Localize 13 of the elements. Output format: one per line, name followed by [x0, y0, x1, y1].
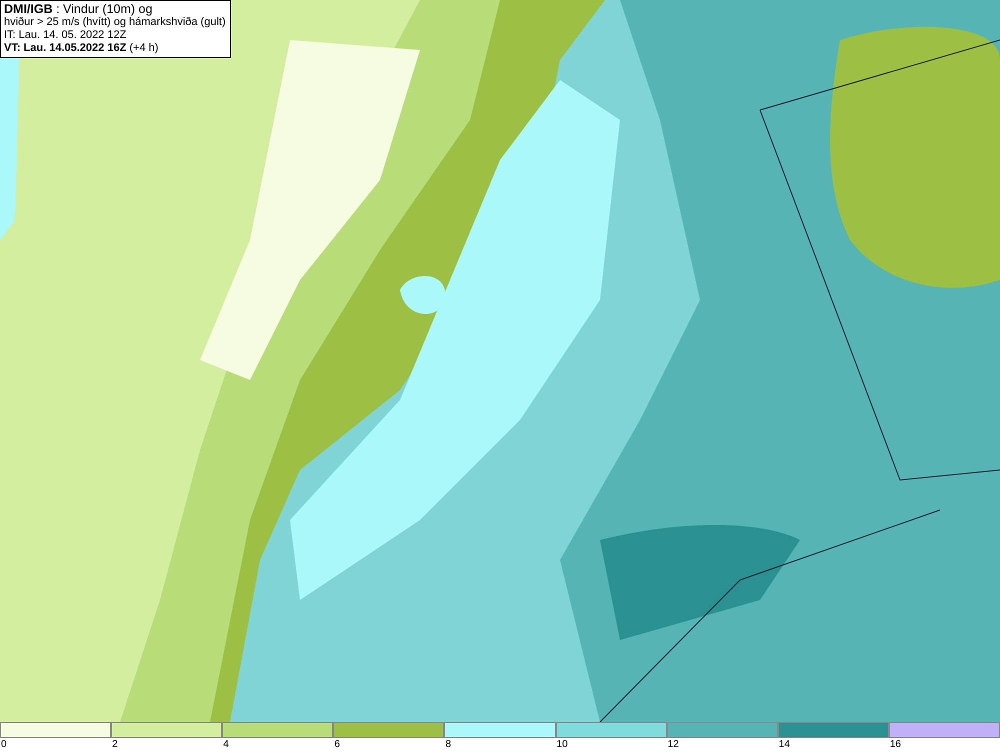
legend-label: 8: [444, 738, 451, 752]
legend-label: 12: [666, 738, 679, 752]
info-text: IT: Lau. 14. 05. 2022 12Z: [4, 29, 128, 42]
legend-label: 14: [778, 738, 790, 752]
info-text: DMI/IGB : Vindur (10m) og: [4, 3, 154, 16]
legend-label: 4: [222, 738, 229, 752]
legend-label: 0: [0, 738, 7, 752]
info-text: hviður > 25 m/s (hvítt) og hámarkshviða (gult): [4, 16, 226, 29]
info-text: VT: Lau. 14.05.2022 16Z (+4 h): [4, 42, 160, 55]
legend-label: 16: [888, 738, 901, 752]
legend-label: 10: [556, 738, 568, 752]
legend-label: 6: [333, 738, 340, 752]
legend-label: 2: [111, 738, 118, 752]
